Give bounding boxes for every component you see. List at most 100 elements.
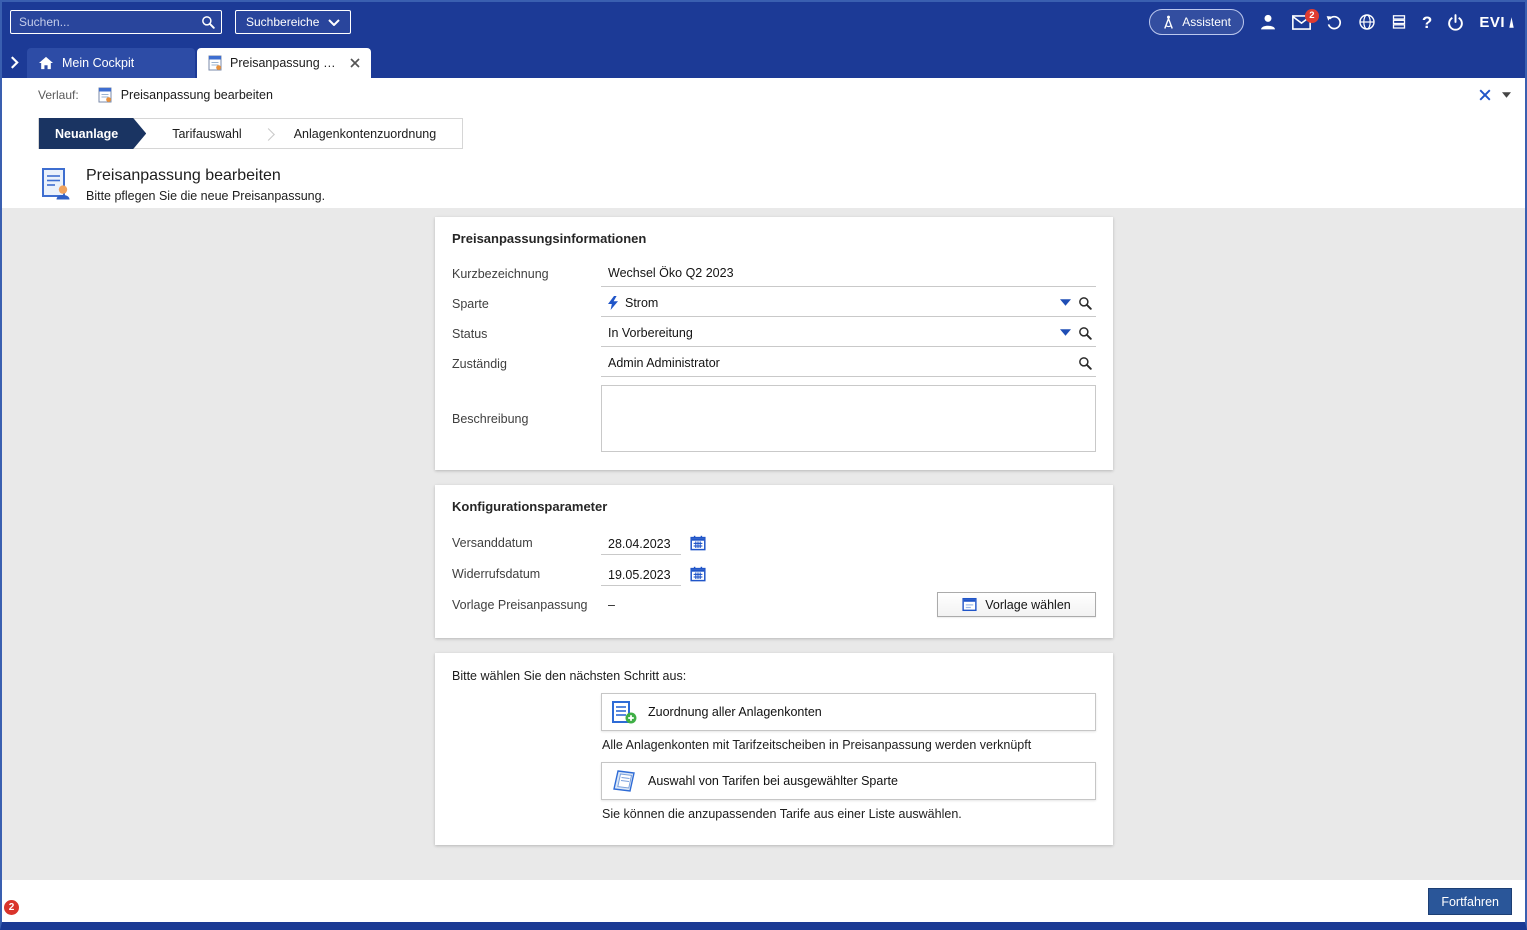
sparte-label: Sparte <box>452 297 601 311</box>
option-label: Auswahl von Tarifen bei ausgewählter Spa… <box>648 774 898 788</box>
database-icon[interactable] <box>1391 14 1407 30</box>
field-row-widerrufsdatum: Widerrufsdatum 19.05.2023 <box>452 558 1096 589</box>
user-icon[interactable] <box>1259 13 1277 31</box>
vorlage-waehlen-button[interactable]: Vorlage wählen <box>937 592 1096 617</box>
kurzbezeichnung-label: Kurzbezeichnung <box>452 267 601 281</box>
notification-badge[interactable]: 2 <box>4 900 19 915</box>
lighthouse-icon <box>1508 17 1515 28</box>
field-row-status: Status In Vorbereitung <box>452 319 1096 349</box>
versanddatum-label: Versanddatum <box>452 536 601 550</box>
wizard-step-neuanlage[interactable]: Neuanlage <box>39 118 146 149</box>
wizard-steps: Neuanlage Tarifauswahl Anlagenkontenzuor… <box>38 118 463 149</box>
page-header-text: Preisanpassung bearbeiten Bitte pflegen … <box>86 167 325 203</box>
sparte-field[interactable]: Strom <box>601 291 1096 317</box>
zustaendig-field[interactable]: Admin Administrator <box>601 351 1096 377</box>
footer-bar <box>2 880 1525 922</box>
wizard-step-tarifauswahl[interactable]: Tarifauswahl <box>146 119 267 148</box>
option-description: Sie können die anzupassenden Tarife aus … <box>602 807 1095 821</box>
chevron-down-icon <box>328 19 340 26</box>
sparte-lookup-icon[interactable] <box>1078 296 1092 310</box>
field-row-sparte: Sparte Strom <box>452 289 1096 319</box>
field-row-vorlage: Vorlage Preisanpassung – Vorlage wählen <box>452 589 1096 620</box>
kurzbezeichnung-input[interactable] <box>608 266 1092 280</box>
beschreibung-label: Beschreibung <box>452 412 601 426</box>
info-card-title: Preisanpassungsinformationen <box>452 231 1096 246</box>
page-title: Preisanpassung bearbeiten <box>86 167 325 185</box>
history-label: Verlauf: <box>38 88 79 102</box>
info-card: Preisanpassungsinformationen Kurzbezeich… <box>435 217 1113 470</box>
field-row-beschreibung: Beschreibung <box>452 385 1096 452</box>
search-scope-dropdown[interactable]: Suchbereiche <box>235 10 351 34</box>
calendar-icon[interactable] <box>690 535 706 551</box>
select-tariffs-icon <box>611 768 637 794</box>
zustaendig-value: Admin Administrator <box>608 356 720 370</box>
config-card: Konfigurationsparameter Versanddatum 28.… <box>435 485 1113 638</box>
option-label: Zuordnung aller Anlagenkonten <box>648 705 822 719</box>
zuordnung-anlagenkonten-button[interactable]: Zuordnung aller Anlagenkonten <box>601 693 1096 731</box>
topbar: Suchbereiche Assistent 2 <box>2 2 1525 42</box>
assistant-button[interactable]: Assistent <box>1149 9 1244 35</box>
calendar-icon[interactable] <box>690 566 706 582</box>
assistant-label: Assistent <box>1182 15 1231 29</box>
page-subtitle: Bitte pflegen Sie die neue Preisanpassun… <box>86 189 325 203</box>
close-history-icon[interactable] <box>1479 89 1491 101</box>
vorlage-button-label: Vorlage wählen <box>985 598 1070 612</box>
tab-preisanpassung[interactable]: Preisanpassung bear... <box>197 48 371 78</box>
status-lookup-icon[interactable] <box>1078 326 1092 340</box>
history-current-item[interactable]: Preisanpassung bearbeiten <box>121 88 273 102</box>
history-dropdown-icon[interactable] <box>1502 92 1511 98</box>
assign-accounts-icon <box>611 699 637 725</box>
tab-mein-cockpit[interactable]: Mein Cockpit <box>27 48 195 78</box>
preisanpassung-icon <box>38 167 72 204</box>
next-step-options: Zuordnung aller Anlagenkonten Alle Anlag… <box>601 693 1096 821</box>
next-step-card: Bitte wählen Sie den nächsten Schritt au… <box>435 653 1113 845</box>
power-icon[interactable] <box>1447 14 1464 31</box>
field-row-kurzbezeichnung: Kurzbezeichnung <box>452 259 1096 289</box>
history-controls <box>1479 89 1511 101</box>
wizard-step-anlagenkontenzuordnung[interactable]: Anlagenkontenzuordnung <box>268 119 462 148</box>
config-card-title: Konfigurationsparameter <box>452 499 1096 514</box>
search-input[interactable] <box>11 15 201 29</box>
tab-label: Mein Cockpit <box>62 56 134 70</box>
sparte-dropdown-icon[interactable] <box>1060 299 1071 306</box>
expand-tabs-icon[interactable] <box>10 56 19 69</box>
search-scope-label: Suchbereiche <box>246 15 319 29</box>
status-label: Status <box>452 327 601 341</box>
sparte-value: Strom <box>625 296 658 310</box>
status-dropdown-icon[interactable] <box>1060 329 1071 336</box>
widerrufsdatum-label: Widerrufsdatum <box>452 567 601 581</box>
tab-label: Preisanpassung bear... <box>230 56 342 70</box>
kurzbezeichnung-field[interactable] <box>601 261 1096 287</box>
fortfahren-button[interactable]: Fortfahren <box>1428 888 1512 915</box>
global-search-box[interactable] <box>10 10 222 34</box>
compass-icon <box>1162 15 1175 30</box>
beschreibung-textarea[interactable] <box>601 385 1096 452</box>
content-area: Preisanpassungsinformationen Kurzbezeich… <box>2 208 1525 880</box>
search-icon[interactable] <box>201 15 215 29</box>
field-row-versanddatum: Versanddatum 28.04.2023 <box>452 527 1096 558</box>
widerrufsdatum-field[interactable]: 19.05.2023 <box>601 562 681 586</box>
versanddatum-field[interactable]: 28.04.2023 <box>601 531 681 555</box>
widerrufsdatum-value: 19.05.2023 <box>608 568 671 582</box>
zustaendig-lookup-icon[interactable] <box>1078 356 1092 370</box>
auswahl-tarife-button[interactable]: Auswahl von Tarifen bei ausgewählter Spa… <box>601 762 1096 800</box>
zustaendig-label: Zuständig <box>452 357 601 371</box>
help-icon[interactable]: ? <box>1422 14 1432 31</box>
home-icon <box>38 56 54 70</box>
status-field[interactable]: In Vorbereitung <box>601 321 1096 347</box>
undo-icon[interactable] <box>1326 14 1343 31</box>
page-header: Preisanpassung bearbeiten Bitte pflegen … <box>38 167 1525 204</box>
document-icon <box>208 55 222 71</box>
globe-icon[interactable] <box>1358 13 1376 31</box>
mail-icon[interactable]: 2 <box>1292 15 1311 30</box>
brand-text: EVI <box>1479 14 1505 31</box>
history-row: Verlauf: Preisanpassung bearbeiten <box>2 78 1525 111</box>
lightning-icon <box>608 296 618 310</box>
close-tab-icon[interactable] <box>350 58 360 68</box>
field-row-zustaendig: Zuständig Admin Administrator <box>452 349 1096 379</box>
wizard-row: Neuanlage Tarifauswahl Anlagenkontenzuor… <box>2 118 1525 149</box>
option-description: Alle Anlagenkonten mit Tarifzeitscheiben… <box>602 738 1095 752</box>
vorlage-value: – <box>601 598 615 612</box>
versanddatum-value: 28.04.2023 <box>608 537 671 551</box>
next-step-prompt: Bitte wählen Sie den nächsten Schritt au… <box>452 669 1096 683</box>
